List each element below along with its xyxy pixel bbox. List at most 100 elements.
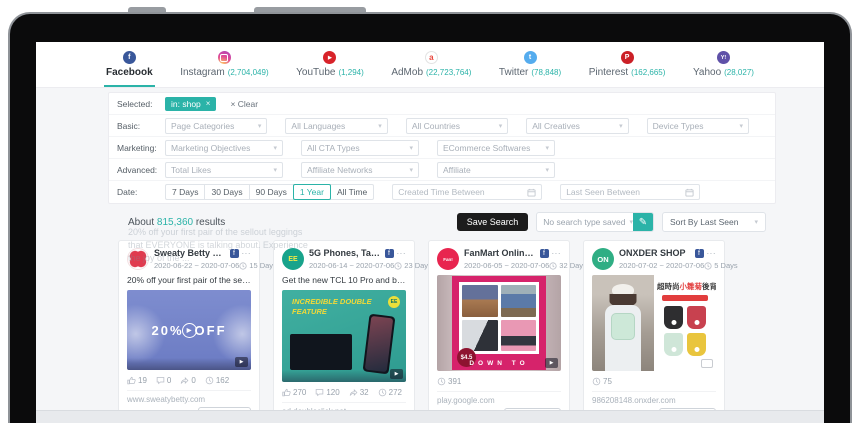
advertiser-name[interactable]: 5G Phones, Tablets & SIMs | ... (309, 248, 382, 258)
chevron-down-icon: ▾ (740, 122, 744, 130)
ad-card-onxder[interactable]: ON ONXDER SHOP f ··· 2020-07-02 ~ 2020-0… (583, 240, 725, 423)
tab-label: AdMob (391, 67, 423, 78)
tab-count: (162,665) (631, 68, 665, 77)
dropdown-creatives[interactable]: All Creatives▾ (526, 118, 628, 134)
ad-creative[interactable]: INCREDIBLE DOUBLE FEATURE EE ▶ (282, 290, 406, 382)
selected-filter-chip[interactable]: in: shop× (165, 97, 216, 111)
created-time-between-input[interactable]: Created Time Between (392, 184, 542, 200)
date-30-days-button[interactable]: 30 Days (204, 184, 249, 200)
creative-headline: 超時尚小雛菊後背包 (657, 281, 713, 292)
results-bar: About 815,360 results Save Search No sea… (108, 212, 776, 232)
ad-domain-link[interactable]: play.google.com (437, 391, 561, 405)
clock-icon (549, 262, 557, 270)
ad-date-range: 2020-07-02 ~ 2020-07-06 (619, 261, 704, 270)
filter-label: Date: (117, 187, 165, 197)
chevron-down-icon: ▾ (545, 144, 549, 152)
dropdown-cta-types[interactable]: All CTA Types▾ (301, 140, 419, 156)
ad-stats: 391 (437, 377, 561, 386)
dropdown-page-categories[interactable]: Page Categories▾ (165, 118, 267, 134)
ad-creative[interactable]: $4.5 DOWN TO ▶ (437, 275, 561, 371)
tab-count: (28,027) (724, 68, 754, 77)
tab-facebook[interactable]: f Facebook (100, 42, 159, 87)
tv-graphic (290, 334, 352, 370)
clear-filters-link[interactable]: × Clear (230, 99, 258, 109)
advertiser-avatar: EE (282, 248, 304, 270)
share-icon (180, 376, 189, 385)
ad-card-ee-5g[interactable]: EE 5G Phones, Tablets & SIMs | ... f ···… (273, 240, 415, 423)
advertiser-avatar: ON (592, 248, 614, 270)
ad-creative[interactable]: 20%▶OFF ▶ (127, 290, 251, 370)
dropdown-countries[interactable]: All Countries▾ (406, 118, 508, 134)
date-90-days-button[interactable]: 90 Days (249, 184, 294, 200)
heat-count: 75 (592, 377, 612, 386)
product-photo (462, 320, 498, 352)
more-options-icon[interactable]: ··· (552, 249, 562, 258)
twitter-icon: t (524, 51, 537, 64)
more-options-icon[interactable]: ··· (707, 249, 717, 258)
last-seen-between-input[interactable]: Last Seen Between (560, 184, 700, 200)
ad-domain-link[interactable]: www.sweatybetty.com (127, 390, 251, 404)
tab-admob[interactable]: a AdMob(22,723,764) (385, 42, 477, 87)
advertiser-avatar (127, 248, 149, 270)
chevron-down-icon: ▾ (545, 166, 549, 174)
date-1-year-button[interactable]: 1 Year (293, 184, 331, 200)
tab-youtube[interactable]: ▶ YouTube(1,294) (290, 42, 370, 87)
ad-card-fanmart[interactable]: Fan! FanMart Online Shopping - F... f ··… (428, 240, 570, 423)
advertiser-name[interactable]: FanMart Online Shopping - F... (464, 248, 537, 258)
filter-row-selected: Selected: in: shop× × Clear (109, 93, 775, 115)
ad-creative[interactable]: 超時尚小雛菊後背包 (592, 275, 716, 371)
tab-pinterest[interactable]: P Pinterest(162,665) (583, 42, 672, 87)
ad-duration: 15 Days (239, 261, 277, 270)
dropdown-marketing-objectives[interactable]: Marketing Objectives▾ (165, 140, 283, 156)
date-all-time-button[interactable]: All Time (330, 184, 374, 200)
product-photo (501, 320, 537, 352)
like-count: 19 (127, 376, 147, 385)
chevron-down-icon: ▾ (273, 166, 277, 174)
product-photo (687, 333, 706, 356)
ee-logo: EE (388, 296, 400, 308)
clock-icon (704, 262, 712, 270)
facebook-badge-icon: f (540, 249, 549, 258)
advertiser-name[interactable]: ONXDER SHOP (619, 248, 692, 258)
ad-card-sweaty-betty[interactable]: Sweaty Betty London | Wom... f ··· 2020-… (118, 240, 260, 423)
ad-stats: 270 120 32 272 (282, 388, 406, 397)
filter-label: Marketing: (117, 143, 165, 153)
more-options-icon[interactable]: ··· (242, 249, 252, 258)
pinterest-icon: P (621, 51, 634, 64)
dropdown-total-likes[interactable]: Total Likes▾ (165, 162, 283, 178)
saved-search-dropdown[interactable]: No search type saved ▾ ✎ (536, 212, 654, 232)
tab-yahoo[interactable]: Y! Yahoo(28,027) (687, 42, 760, 87)
filter-label: Advanced: (117, 165, 165, 175)
advertiser-name[interactable]: Sweaty Betty London | Wom... (154, 248, 227, 258)
dropdown-languages[interactable]: All Languages▾ (285, 118, 387, 134)
app-screen: f Facebook Instagram(2,704,049) ▶ YouTub… (36, 42, 824, 423)
edit-pencil-icon[interactable]: ✎ (633, 212, 653, 232)
dropdown-device-types[interactable]: Device Types▾ (647, 118, 749, 134)
calendar-icon (527, 188, 536, 197)
dropdown-affiliate[interactable]: Affiliate▾ (437, 162, 555, 178)
comment-icon (315, 388, 324, 397)
date-range-segment: 7 Days 30 Days 90 Days 1 Year All Time (165, 184, 374, 200)
facebook-badge-icon: f (230, 249, 239, 258)
chip-close-icon[interactable]: × (206, 99, 211, 108)
comment-count: 120 (315, 388, 339, 397)
sort-dropdown[interactable]: Sort By Last Seen▾ (662, 212, 766, 232)
results-count-text: About 815,360 results (128, 217, 225, 228)
dropdown-ecommerce-softwares[interactable]: ECommerce Softwares▾ (437, 140, 555, 156)
chevron-down-icon: ▾ (754, 218, 758, 226)
dropdown-affiliate-networks[interactable]: Affiliate Networks▾ (301, 162, 419, 178)
tab-instagram[interactable]: Instagram(2,704,049) (174, 42, 274, 87)
ad-domain-link[interactable]: 986208148.onxder.com (592, 391, 716, 405)
save-search-button[interactable]: Save Search (457, 213, 529, 231)
advertiser-avatar: Fan! (437, 248, 459, 270)
ad-date-range: 2020-06-14 ~ 2020-07-06 (309, 261, 394, 270)
like-icon (127, 376, 136, 385)
facebook-badge-icon: f (695, 249, 704, 258)
date-7-days-button[interactable]: 7 Days (165, 184, 205, 200)
chevron-down-icon: ▾ (619, 122, 623, 130)
tab-label: Twitter (499, 67, 528, 78)
tab-count: (22,723,764) (426, 68, 471, 77)
tab-twitter[interactable]: t Twitter(78,848) (493, 42, 567, 87)
more-options-icon[interactable]: ··· (397, 249, 407, 258)
heat-icon (378, 388, 387, 397)
